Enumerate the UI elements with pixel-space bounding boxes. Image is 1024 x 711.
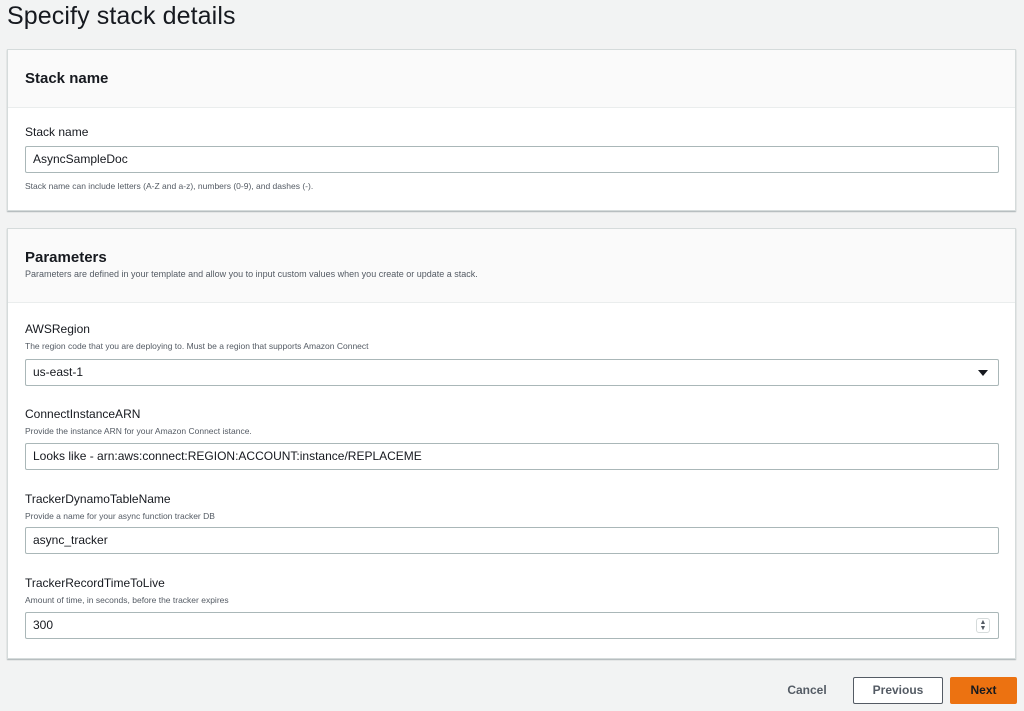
- param-connect-instance-arn-label: ConnectInstanceARN: [25, 407, 141, 421]
- param-tracker-record-ttl-description: Amount of time, in seconds, before the t…: [25, 595, 229, 605]
- cancel-button[interactable]: Cancel: [774, 677, 840, 704]
- page-title: Specify stack details: [7, 2, 236, 30]
- param-tracker-record-ttl: TrackerRecordTimeToLive Amount of time, …: [25, 576, 229, 605]
- param-tracker-dynamo-table-name-label: TrackerDynamoTableName: [25, 492, 171, 506]
- parameters-panel-title: Parameters: [25, 249, 107, 266]
- caret-down-icon[interactable]: [978, 370, 988, 376]
- parameters-panel-description: Parameters are defined in your template …: [25, 269, 478, 279]
- aws-region-select[interactable]: us-east-1: [25, 359, 999, 386]
- param-aws-region-description: The region code that you are deploying t…: [25, 341, 369, 351]
- param-aws-region: AWSRegion The region code that you are d…: [25, 322, 369, 351]
- tracker-record-ttl-value: 300: [33, 618, 54, 632]
- stack-name-label: Stack name: [25, 125, 89, 139]
- stack-name-panel-header: Stack name: [8, 50, 1015, 108]
- connect-instance-arn-input[interactable]: Looks like - arn:aws:connect:REGION:ACCO…: [25, 443, 999, 470]
- next-button[interactable]: Next: [950, 677, 1017, 704]
- param-connect-instance-arn: ConnectInstanceARN Provide the instance …: [25, 407, 252, 436]
- param-aws-region-label: AWSRegion: [25, 322, 90, 336]
- param-tracker-record-ttl-label: TrackerRecordTimeToLive: [25, 576, 165, 590]
- stack-name-constraint-text: Stack name can include letters (A-Z and …: [25, 181, 314, 191]
- parameters-panel-header: Parameters Parameters are defined in you…: [8, 229, 1015, 303]
- cloudformation-page: Specify stack details Stack name Stack n…: [0, 0, 1024, 711]
- tracker-record-ttl-input[interactable]: 300 ▲ ▼: [25, 612, 999, 639]
- parameters-panel: Parameters Parameters are defined in you…: [7, 228, 1016, 659]
- aws-region-selected-value: us-east-1: [33, 365, 84, 379]
- param-tracker-dynamo-table-name: TrackerDynamoTableName Provide a name fo…: [25, 492, 215, 521]
- tracker-dynamo-table-name-input[interactable]: async_tracker: [25, 527, 999, 554]
- stack-name-panel: Stack name Stack name AsyncSampleDoc Sta…: [7, 49, 1016, 211]
- spinner-icon[interactable]: ▲ ▼: [976, 618, 990, 633]
- previous-button[interactable]: Previous: [853, 677, 943, 704]
- stack-name-input[interactable]: AsyncSampleDoc: [25, 146, 999, 173]
- stack-name-panel-title: Stack name: [25, 70, 109, 87]
- param-tracker-dynamo-table-name-description: Provide a name for your async function t…: [25, 511, 215, 521]
- param-connect-instance-arn-description: Provide the instance ARN for your Amazon…: [25, 426, 252, 436]
